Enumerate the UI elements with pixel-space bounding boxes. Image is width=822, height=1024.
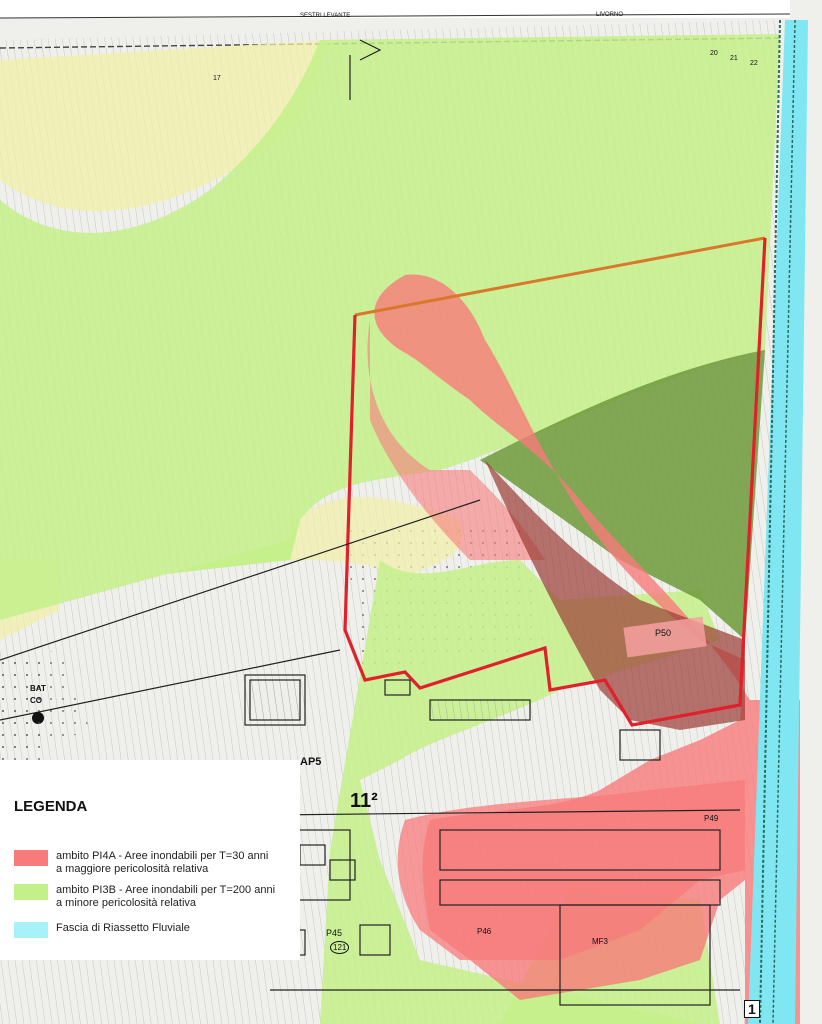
legend-item-fascia: Fascia di Riassetto Fluviale — [14, 922, 190, 938]
map-canvas: SESTRI LEVANTE LIVORNO 17 20 21 22 P50 A… — [0, 0, 822, 1024]
street-label-livorno: LIVORNO — [596, 12, 624, 18]
legend-sublabel-pi3b: a minore pericolosità relativa — [56, 897, 197, 909]
parcel-label-20: 20 — [710, 50, 718, 57]
parcel-label-17: 17 — [213, 75, 221, 82]
legend-swatch-pi4a — [14, 850, 48, 866]
zone-label-p49: P49 — [704, 814, 719, 823]
parcel-label-21: 21 — [730, 55, 738, 62]
legend-swatch-pi3b — [14, 884, 48, 900]
zone-label-p50: P50 — [655, 628, 672, 638]
zone-label-ap5: AP5 — [300, 756, 322, 768]
label-co: CO — [30, 696, 42, 705]
legend-panel: LEGENDA ambito PI4A - Aree inondabili pe… — [0, 760, 300, 960]
street-label-levante: SESTRI LEVANTE — [300, 13, 351, 19]
legend-label-pi3b: ambito PI3B - Aree inondabili per T=200 … — [56, 884, 276, 896]
parcel-label-22: 22 — [750, 60, 758, 67]
zone-label-p46: P46 — [477, 927, 492, 936]
legend-label-pi4a: ambito PI4A - Aree inondabili per T=30 a… — [56, 850, 269, 862]
zone-label-mf: MF3 — [592, 937, 608, 946]
top-road — [0, 0, 790, 18]
legend-item-pi4a: ambito PI4A - Aree inondabili per T=30 a… — [14, 850, 268, 876]
sheet-number-1: 1 — [744, 1000, 760, 1018]
zone-label-p45: P45 — [326, 928, 343, 938]
legend-item-pi3b: ambito PI3B - Aree inondabili per T=200 … — [14, 884, 275, 910]
label-bat: BAT — [30, 684, 46, 693]
legend-swatch-fascia — [14, 922, 48, 938]
legend-label-fascia: Fascia di Riassetto Fluviale — [56, 922, 190, 934]
legend-sublabel-pi4a: a maggiore pericolosità relativa — [56, 863, 209, 875]
legend-title: LEGENDA — [14, 798, 88, 815]
zone-label-11: 11² — [350, 790, 378, 812]
